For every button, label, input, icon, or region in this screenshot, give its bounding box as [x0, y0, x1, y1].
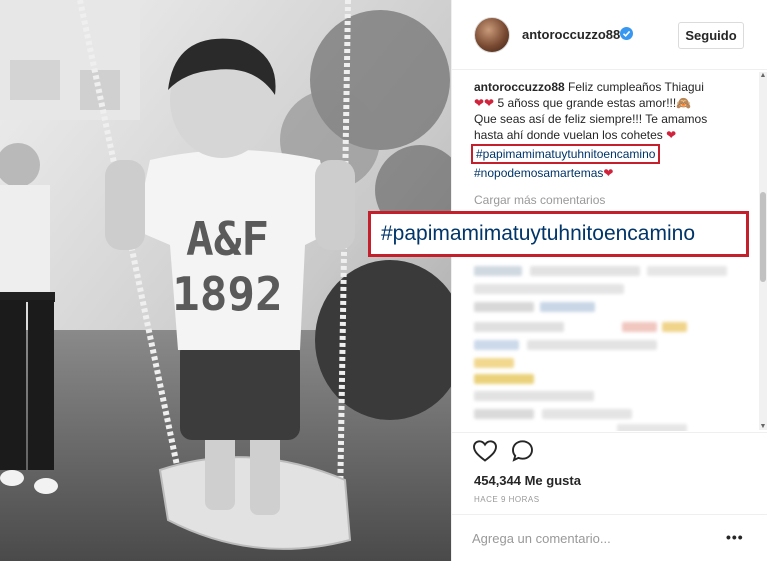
scroll-up-icon[interactable]: ▲	[759, 72, 767, 79]
photo-illustration: A&F 1892	[0, 0, 451, 561]
more-options-icon[interactable]: •••	[726, 529, 744, 545]
blurred-comment	[622, 322, 657, 332]
comments-scrollbar[interactable]: ▲ ▼	[759, 72, 767, 430]
scroll-down-icon[interactable]: ▼	[759, 423, 767, 430]
blurred-comment	[527, 340, 657, 350]
post-caption: antoroccuzzo88 Feliz cumpleaños Thiagui …	[471, 79, 744, 181]
caption-line-1: Feliz cumpleaños Thiagui	[568, 80, 704, 94]
post-photo[interactable]: A&F 1892	[0, 0, 451, 561]
heart-icon[interactable]	[472, 439, 498, 468]
blurred-comment	[474, 266, 522, 276]
hashtag-link[interactable]: #nopodemosamartemas	[474, 165, 603, 181]
comment-input[interactable]	[472, 527, 702, 549]
blurred-comment	[474, 409, 534, 419]
blurred-comment	[530, 266, 640, 276]
blurred-comment	[662, 322, 687, 332]
comment-bubble-icon[interactable]	[510, 439, 536, 468]
blurred-comment	[474, 322, 564, 332]
post-header: antoroccuzzo88 Seguido	[452, 0, 767, 70]
follow-button[interactable]: Seguido	[678, 22, 744, 49]
shirt-text-line1: A&F	[186, 212, 269, 266]
post-timestamp: HACE 9 HORAS	[474, 495, 540, 504]
blurred-comment	[540, 302, 595, 312]
verified-badge-icon	[620, 27, 633, 40]
avatar[interactable]	[474, 17, 510, 53]
blurred-comment	[474, 391, 594, 401]
caption-line-3: Que seas así de feliz siempre!!! Te amam…	[474, 112, 708, 126]
caption-line-4: hasta ahí donde vuelan los cohetes	[474, 128, 667, 142]
scroll-thumb[interactable]	[760, 192, 766, 282]
blurred-comment	[474, 358, 514, 368]
load-more-comments-link[interactable]: Cargar más comentarios	[474, 193, 605, 207]
heart-emoji: ❤❤	[474, 96, 495, 110]
blurred-comment	[474, 374, 534, 384]
blurred-comment	[542, 409, 632, 419]
heart-emoji: ❤	[603, 166, 614, 180]
post-side-panel: antoroccuzzo88 Seguido antoroccuzzo88 Fe…	[451, 0, 767, 561]
add-comment-bar: •••	[452, 514, 767, 561]
heart-emoji: ❤	[666, 128, 677, 142]
caption-line-2: 5 añoss que grande estas amor!!!🙈	[494, 96, 692, 110]
enlarged-hashtag-callout: #papimamimatuytuhnitoencamino	[368, 211, 749, 257]
blurred-comment	[647, 266, 727, 276]
hashtag-link-highlighted[interactable]: #papimamimatuytuhnitoencamino	[471, 144, 661, 164]
likes-count[interactable]: 454,344 Me gusta	[474, 473, 581, 488]
caption-username[interactable]: antoroccuzzo88	[474, 80, 565, 94]
blurred-comment	[474, 302, 534, 312]
username-link[interactable]: antoroccuzzo88	[522, 27, 620, 42]
post-actions: 454,344 Me gusta HACE 9 HORAS	[452, 432, 767, 512]
blurred-comment	[474, 340, 519, 350]
shirt-text-line2: 1892	[172, 267, 283, 321]
blurred-comment	[474, 284, 624, 294]
blurred-comment	[617, 424, 687, 431]
